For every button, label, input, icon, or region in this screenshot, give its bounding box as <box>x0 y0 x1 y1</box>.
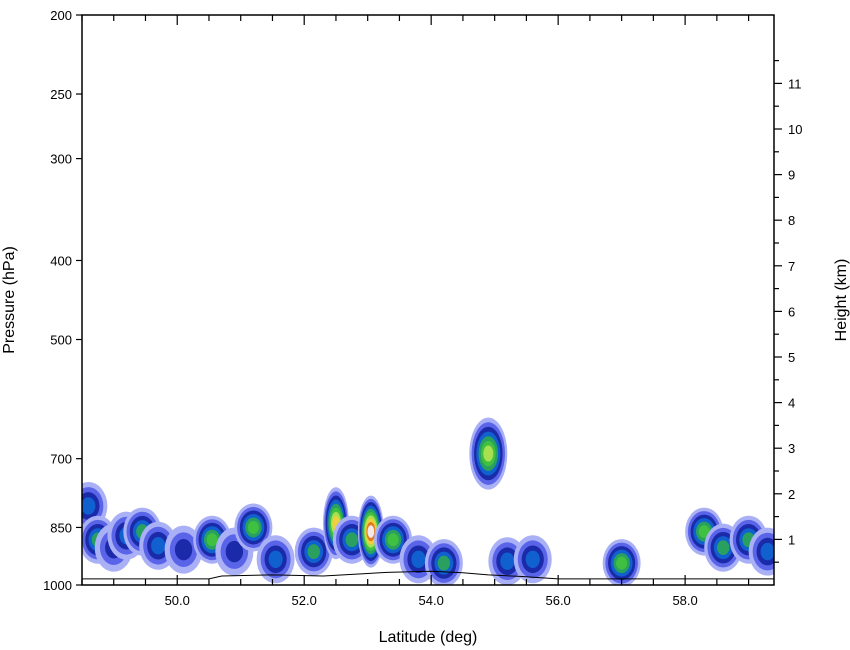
y2-tick-label: 9 <box>788 168 795 183</box>
y-tick-label: 200 <box>50 8 72 23</box>
x-tick-label: 52.0 <box>292 593 317 608</box>
x-axis-title: Latitude (deg) <box>379 629 478 646</box>
x-tick-label: 50.0 <box>165 593 190 608</box>
y2-axis-title: Height (km) <box>833 259 850 342</box>
y2-tick-label: 2 <box>788 487 795 502</box>
contour-field <box>82 417 774 585</box>
y-tick-label: 500 <box>50 333 72 348</box>
y-tick-label: 400 <box>50 253 72 268</box>
y2-tick-label: 11 <box>788 76 802 91</box>
y-axis-title: Pressure (hPa) <box>1 246 18 354</box>
x-tick-label: 58.0 <box>672 593 697 608</box>
x-axis: 50.0 52.0 54.0 56.0 58.0 <box>81 15 750 608</box>
field-cell <box>748 527 774 576</box>
heatmap-chart: 50.0 52.0 54.0 56.0 58.0 200 250 300 400 500 700 8… <box>1 8 850 646</box>
y2-tick-label: 4 <box>788 396 795 411</box>
y-tick-label: 250 <box>50 87 72 102</box>
y2-tick-label: 10 <box>788 122 802 137</box>
field-cell <box>256 535 295 584</box>
y2-tick-label: 6 <box>788 304 795 319</box>
x-tick-label: 56.0 <box>545 593 570 608</box>
field-cell <box>424 539 463 585</box>
y2-tick-label: 5 <box>788 350 795 365</box>
y2-tick-label: 7 <box>788 259 795 274</box>
y-axis-pressure: 200 250 300 400 500 700 850 1000 <box>43 8 82 593</box>
y-tick-label: 700 <box>50 452 72 467</box>
field-cell <box>469 417 508 490</box>
plot-frame <box>81 14 775 586</box>
y-axis-height: 1 2 3 4 5 6 7 8 9 10 11 <box>774 59 802 563</box>
y2-tick-label: 1 <box>788 532 795 547</box>
y-tick-label: 850 <box>50 520 72 535</box>
y-tick-label: 300 <box>50 152 72 167</box>
y-tick-label: 1000 <box>43 578 72 593</box>
y2-tick-label: 3 <box>788 441 795 456</box>
y2-tick-label: 8 <box>788 213 795 228</box>
x-tick-label: 54.0 <box>419 593 444 608</box>
